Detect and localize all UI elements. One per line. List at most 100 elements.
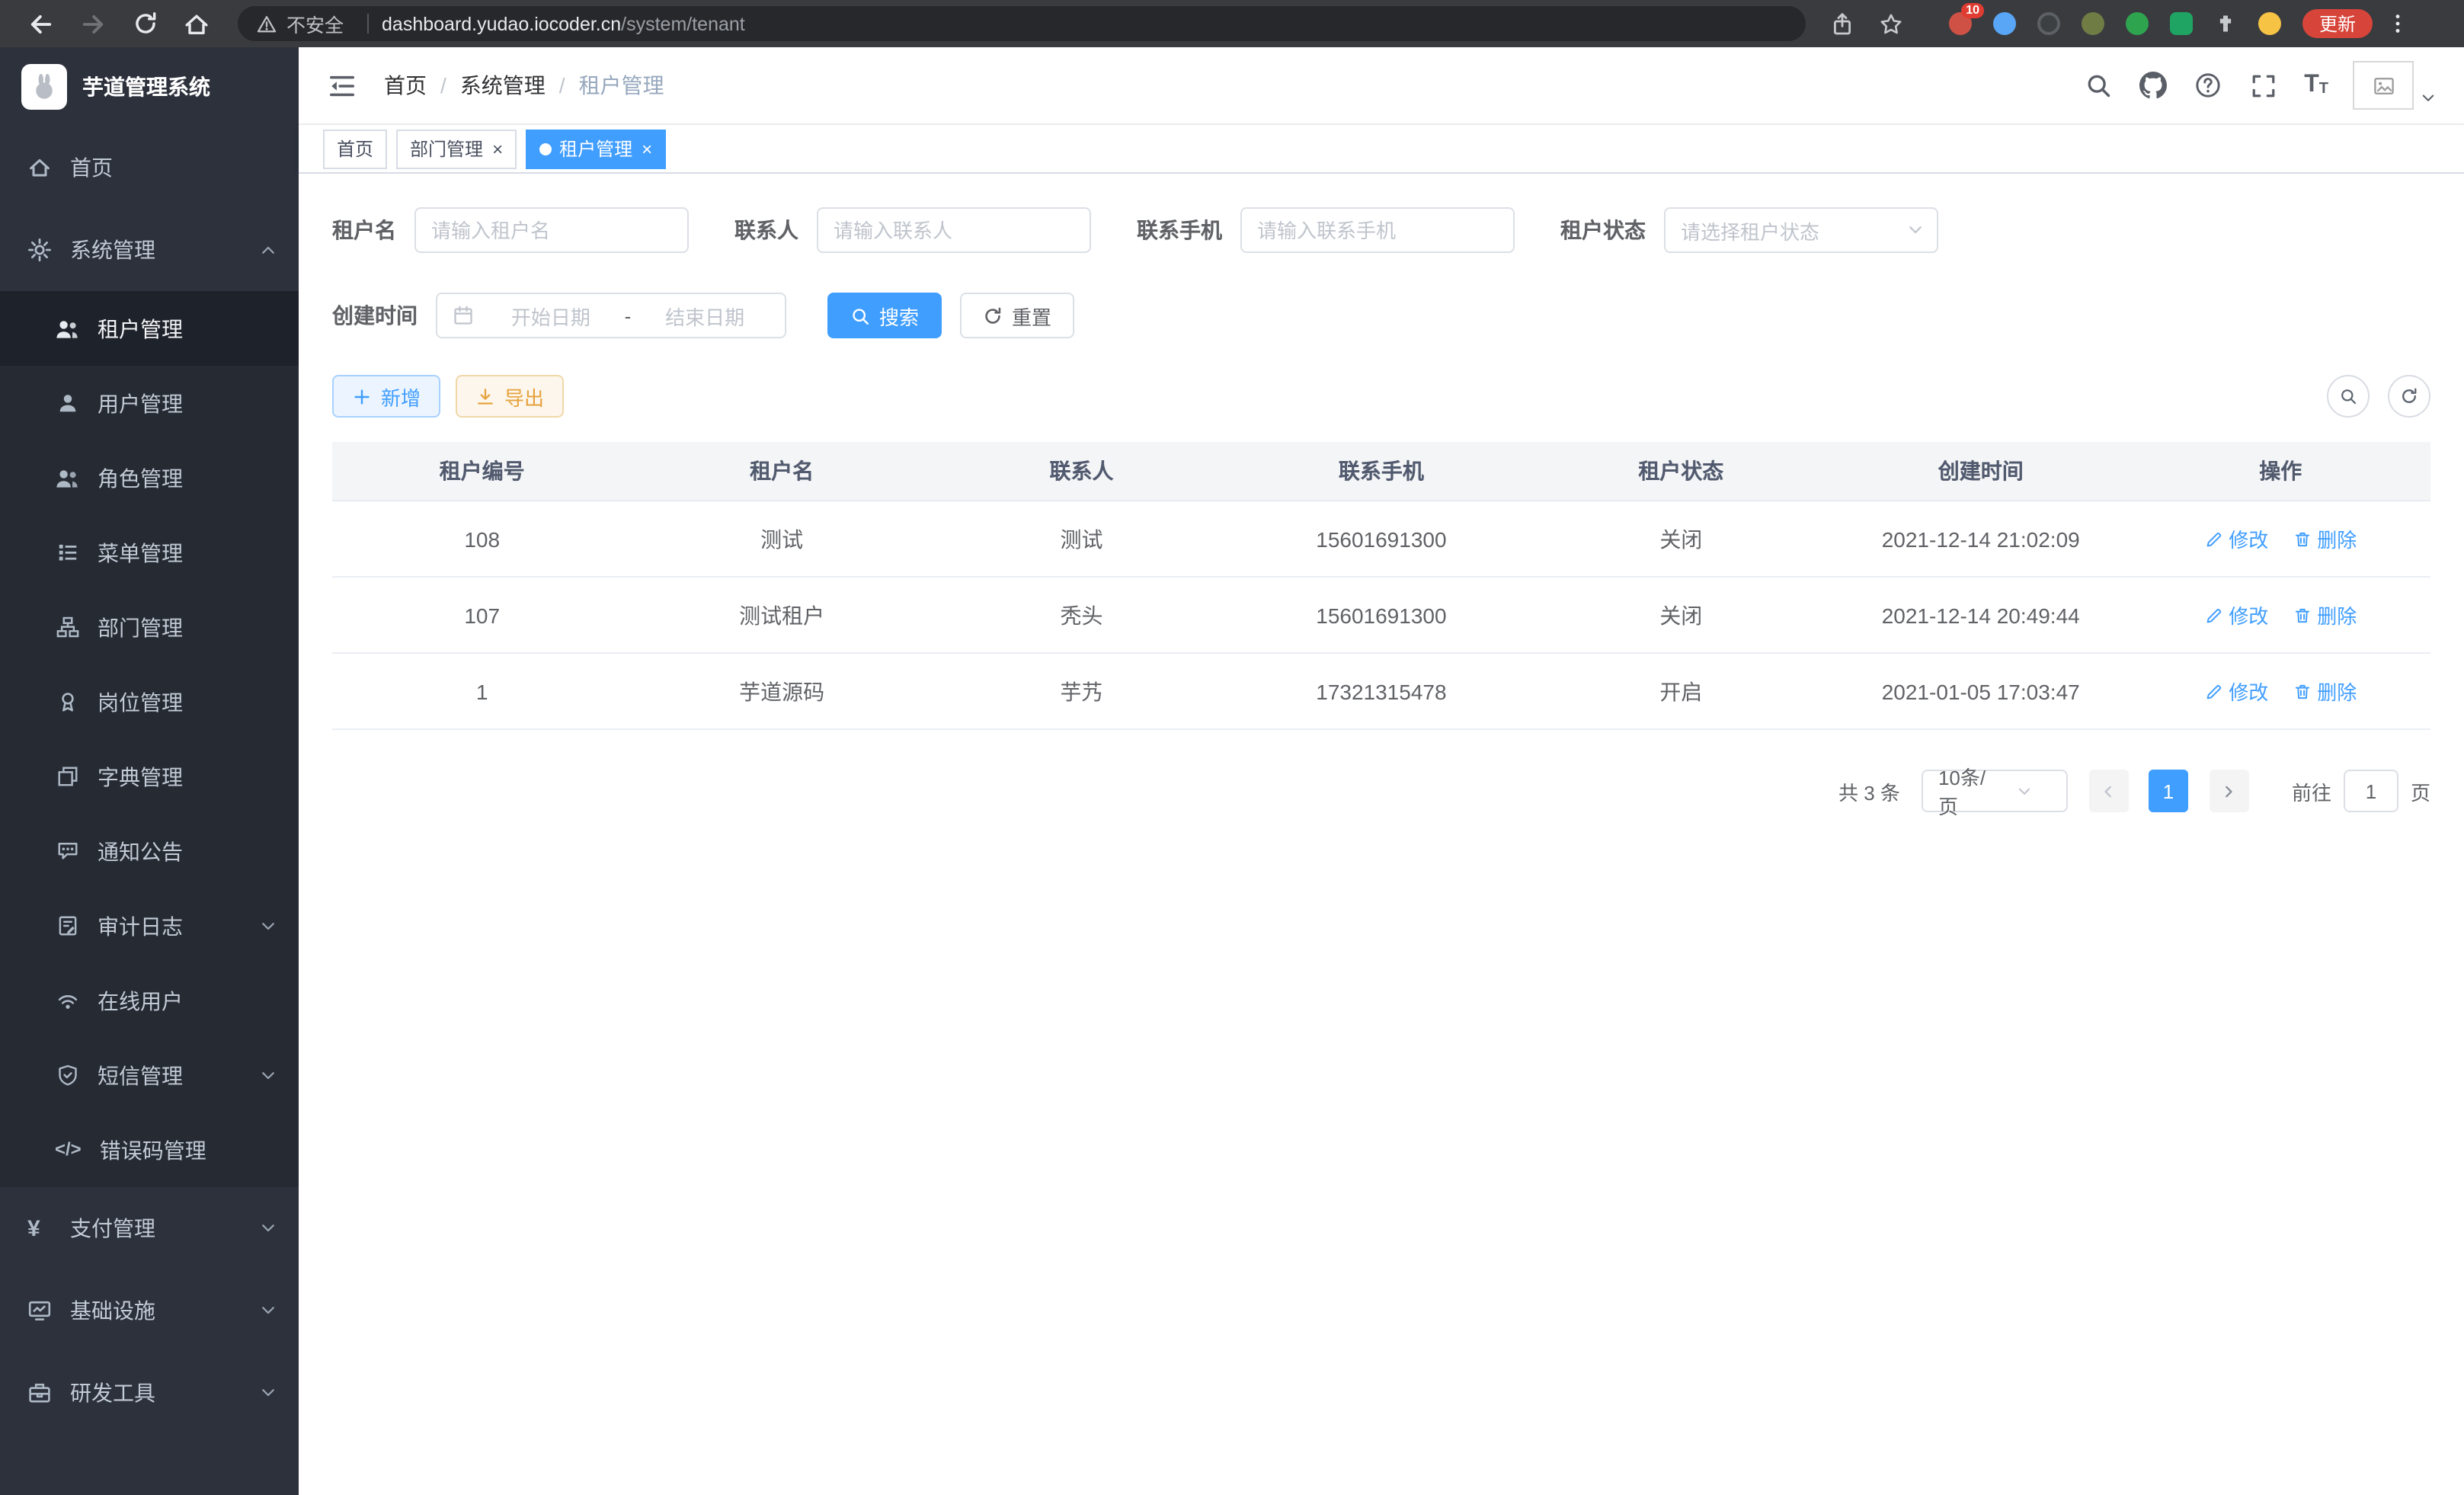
sidebar-item-dev-tools[interactable]: 研发工具 [0, 1352, 299, 1434]
close-icon[interactable]: × [642, 139, 652, 158]
export-button[interactable]: 导出 [456, 375, 564, 418]
fullscreen-icon[interactable] [2249, 72, 2277, 99]
date-range-picker[interactable]: 开始日期 - 结束日期 [436, 293, 786, 338]
extension-icon-2[interactable] [1993, 12, 2016, 35]
table-tools [2309, 375, 2430, 418]
github-icon[interactable] [2139, 72, 2167, 99]
help-question-icon[interactable] [2194, 72, 2222, 99]
date-start-placeholder: 开始日期 [486, 301, 616, 330]
sidebar-item-online-user[interactable]: 在线用户 [0, 963, 299, 1038]
hide-search-button[interactable] [2327, 375, 2370, 418]
extension-icon-4[interactable] [2082, 12, 2104, 35]
extension-icon-6[interactable] [2170, 12, 2193, 35]
table-cell: 108 [332, 501, 632, 577]
extensions-puzzle-icon[interactable] [2214, 12, 2237, 35]
page-suffix-label: 页 [2411, 776, 2430, 805]
edit-link[interactable]: 修改 [2204, 524, 2268, 553]
browser-update-button[interactable]: 更新 [2302, 9, 2373, 38]
edit-link[interactable]: 修改 [2204, 600, 2268, 629]
app-title: 芋道管理系统 [82, 72, 210, 102]
tab-dept[interactable]: 部门管理 × [396, 129, 517, 168]
security-label[interactable]: 不安全 [286, 9, 344, 38]
delete-link[interactable]: 删除 [2293, 677, 2357, 706]
field-label: 联系人 [734, 215, 798, 245]
contact-input[interactable] [817, 207, 1091, 253]
toolbox-icon [27, 1381, 52, 1405]
sidebar-item-system[interactable]: 系统管理 [0, 209, 299, 291]
extension-icon-1[interactable]: 10 [1949, 12, 1972, 35]
search-icon[interactable] [2085, 72, 2112, 99]
avatar-caret-down-icon[interactable] [2420, 89, 2437, 106]
pagination: 共 3 条 10条/页 1 前往 页 [332, 770, 2430, 812]
share-icon[interactable] [1829, 11, 1854, 37]
sidebar-item-label: 短信管理 [98, 1060, 183, 1090]
tab-home[interactable]: 首页 [323, 129, 387, 168]
calendar-icon [453, 305, 474, 326]
delete-link[interactable]: 删除 [2293, 600, 2357, 629]
browser-back-icon[interactable] [27, 10, 55, 37]
goto-page-input[interactable] [2344, 770, 2398, 812]
breadcrumb-item[interactable]: 系统管理 [460, 70, 546, 101]
browser-home-icon[interactable] [183, 10, 210, 37]
sidebar-item-error-code[interactable]: </> 错误码管理 [0, 1112, 299, 1187]
browser-reload-icon[interactable] [131, 10, 158, 37]
sidebar-item-role[interactable]: 角色管理 [0, 440, 299, 515]
sidebar-item-label: 用户管理 [98, 388, 183, 418]
delete-link[interactable]: 删除 [2293, 524, 2357, 553]
extension-icon-3[interactable] [2037, 12, 2060, 35]
sidebar-item-user[interactable]: 用户管理 [0, 366, 299, 440]
tenant-name-input[interactable] [414, 207, 689, 253]
sidebar-item-pay[interactable]: ¥ 支付管理 [0, 1187, 299, 1269]
page-size-select[interactable]: 10条/页 [1922, 770, 2068, 812]
sidebar-item-dept[interactable]: 部门管理 [0, 590, 299, 664]
address-bar[interactable]: 不安全 dashboard.yudao.iocoder.cn/system/te… [238, 6, 1806, 41]
sidebar-item-notice[interactable]: 通知公告 [0, 814, 299, 888]
breadcrumb-separator: / [559, 73, 565, 98]
sidebar-collapse-icon[interactable] [326, 70, 357, 101]
chevron-down-icon [259, 917, 277, 935]
refresh-table-button[interactable] [2388, 375, 2430, 418]
mobile-input[interactable] [1240, 207, 1515, 253]
reset-button[interactable]: 重置 [960, 293, 1074, 338]
chevron-down-icon [259, 1219, 277, 1237]
sidebar-item-audit-log[interactable]: 审计日志 [0, 888, 299, 963]
avatar[interactable] [2353, 61, 2414, 110]
edit-link[interactable]: 修改 [2204, 677, 2268, 706]
page-number-active[interactable]: 1 [2149, 770, 2188, 812]
field-label: 租户名 [332, 215, 396, 245]
filter-contact: 联系人 [734, 207, 1091, 253]
extension-icon-5[interactable] [2126, 12, 2149, 35]
browser-menu-kebab-icon[interactable] [2385, 11, 2409, 36]
table-cell: 107 [332, 577, 632, 653]
sidebar-item-sms[interactable]: 短信管理 [0, 1038, 299, 1112]
close-icon[interactable]: × [492, 139, 503, 158]
app-logo[interactable]: 芋道管理系统 [0, 47, 299, 126]
sidebar-item-home[interactable]: 首页 [0, 126, 299, 209]
tab-tenant-active[interactable]: 租户管理 × [526, 129, 666, 168]
next-page-button[interactable] [2210, 770, 2249, 812]
table-cell: 芋道源码 [632, 653, 931, 729]
sidebar-item-dict[interactable]: 字典管理 [0, 739, 299, 814]
url-text[interactable]: dashboard.yudao.iocoder.cn/system/tenant [382, 13, 745, 34]
filter-row-2: 创建时间 开始日期 - 结束日期 搜索 重置 [332, 293, 2430, 338]
font-size-icon[interactable]: TT [2304, 73, 2328, 98]
profile-avatar-icon[interactable] [2258, 12, 2281, 35]
prev-page-button[interactable] [2089, 770, 2129, 812]
sidebar-item-infra[interactable]: 基础设施 [0, 1269, 299, 1352]
users-icon [55, 316, 79, 341]
bookmark-star-icon[interactable] [1877, 11, 1903, 37]
column-header: 联系人 [932, 442, 1231, 501]
sidebar-item-label: 角色管理 [98, 463, 183, 493]
browser-forward-icon[interactable] [79, 10, 107, 37]
table-row: 1 芋道源码 芋艿 17321315478 开启 2021-01-05 17:0… [332, 653, 2430, 729]
edit-label: 修改 [2229, 600, 2268, 629]
sidebar-item-tenant[interactable]: 租户管理 [0, 291, 299, 366]
sidebar-item-menu[interactable]: 菜单管理 [0, 515, 299, 590]
search-button[interactable]: 搜索 [827, 293, 942, 338]
button-label: 导出 [504, 382, 544, 411]
sidebar-item-post[interactable]: 岗位管理 [0, 664, 299, 739]
breadcrumb-item[interactable]: 首页 [384, 70, 427, 101]
add-button[interactable]: 新增 [332, 375, 440, 418]
status-select[interactable]: 请选择租户状态 [1664, 207, 1938, 253]
actions-cell: 修改 删除 [2130, 653, 2430, 729]
